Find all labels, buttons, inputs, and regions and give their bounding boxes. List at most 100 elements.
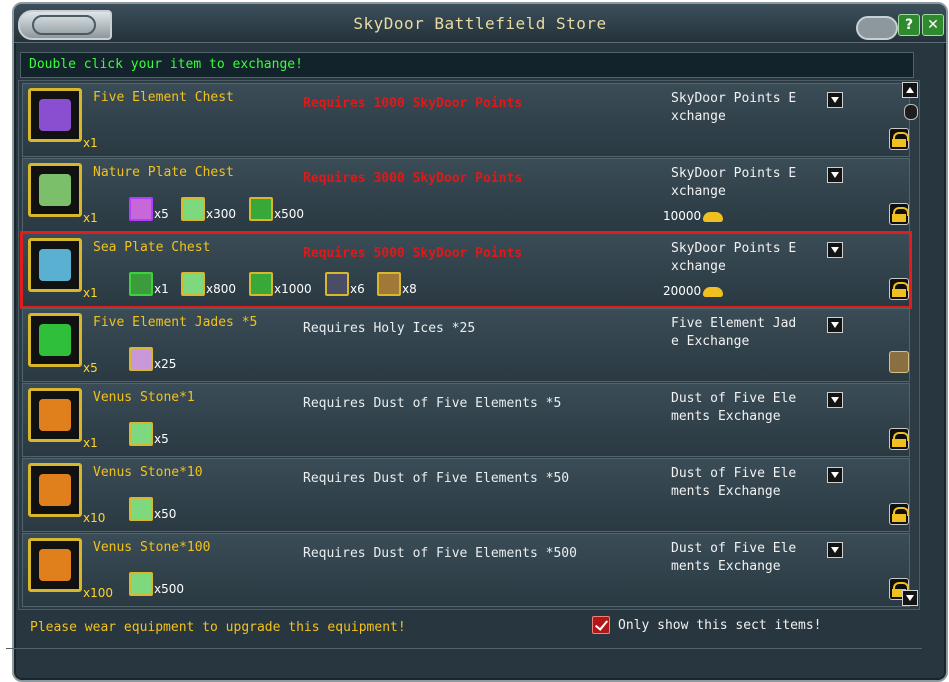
exchange-dropdown-icon[interactable] — [827, 317, 843, 333]
item-quantity: x5 — [83, 361, 98, 375]
exchange-dropdown-icon[interactable] — [827, 92, 843, 108]
exchange-type: SkyDoor Points E xchange — [671, 240, 841, 276]
exchange-dropdown-icon[interactable] — [827, 392, 843, 408]
exchange-type-line: xchange — [671, 184, 726, 199]
store-row[interactable]: x1 Sea Plate Chest Requires 5000 SkyDoor P… — [20, 231, 912, 309]
exchange-type-line: Dust of Five Ele — [671, 466, 797, 481]
material-slot[interactable]: x5 — [129, 422, 169, 448]
item-icon[interactable] — [28, 463, 82, 517]
material-quantity: x50 — [154, 507, 177, 521]
exchange-type-line: Dust of Five Ele — [671, 391, 797, 406]
item-quantity: x1 — [83, 136, 98, 150]
scroll-thumb[interactable] — [904, 104, 918, 120]
item-icon[interactable] — [28, 163, 82, 217]
gold-cost-value: 20000 — [663, 284, 702, 298]
material-quantity: x500 — [154, 582, 185, 596]
exchange-dropdown-icon[interactable] — [827, 467, 843, 483]
material-slot[interactable]: x50 — [129, 497, 176, 523]
gold-ingot-icon — [703, 211, 724, 222]
material-icon — [129, 272, 153, 296]
material-quantity: x500 — [274, 207, 305, 221]
item-list: x1 Five Element Chest Requires 1000 SkyDoo… — [18, 80, 920, 610]
exchange-type: Dust of Five Ele ments Exchange — [671, 465, 841, 501]
exchange-type: Dust of Five Ele ments Exchange — [671, 540, 841, 576]
material-slot[interactable]: x5 — [129, 197, 169, 223]
item-name: Venus Stone*1 — [93, 390, 195, 405]
item-requirement: Requires Dust of Five Elements *500 — [303, 546, 577, 561]
store-row[interactable]: x1 Five Element Chest Requires 1000 SkyDoo… — [22, 83, 910, 157]
material-quantity: x6 — [350, 282, 365, 296]
material-quantity: x300 — [206, 207, 237, 221]
material-slot[interactable]: x500 — [249, 197, 304, 223]
item-icon[interactable] — [28, 538, 82, 592]
exchange-dropdown-icon[interactable] — [827, 542, 843, 558]
help-button[interactable]: ? — [898, 14, 920, 36]
item-quantity: x100 — [83, 586, 114, 600]
sect-filter-label[interactable]: Only show this sect items! — [618, 618, 822, 633]
item-quantity: x1 — [83, 286, 98, 300]
material-icon — [129, 497, 153, 521]
window-title: SkyDoor Battlefield Store — [353, 14, 607, 33]
item-quantity: x10 — [83, 511, 106, 525]
store-row[interactable]: x10 Venus Stone*10 Requires Dust of Five E… — [22, 458, 910, 532]
material-slot[interactable]: x300 — [181, 197, 236, 223]
hint-text: Double click your item to exchange! — [29, 57, 303, 72]
item-name: Five Element Jades *5 — [93, 315, 258, 330]
exchange-type-line: ments Exchange — [671, 559, 781, 574]
exchange-type: Dust of Five Ele ments Exchange — [671, 390, 841, 426]
material-icon — [129, 422, 153, 446]
material-slot[interactable]: x8 — [377, 272, 417, 298]
exchange-dropdown-icon[interactable] — [827, 242, 843, 258]
exchange-dropdown-icon[interactable] — [827, 167, 843, 183]
item-name: Five Element Chest — [93, 90, 234, 105]
store-row[interactable]: x100 Venus Stone*100 Requires Dust of Five… — [22, 533, 910, 607]
exchange-type: Five Element Jad e Exchange — [671, 315, 841, 351]
material-icon — [129, 347, 153, 371]
store-row[interactable]: x1 Venus Stone*1 Requires Dust of Five Ele… — [22, 383, 910, 457]
material-slot[interactable]: x6 — [325, 272, 365, 298]
exchange-type-line: xchange — [671, 109, 726, 124]
item-requirement: Requires 3000 SkyDoor Points — [303, 171, 523, 186]
exchange-type-line: ments Exchange — [671, 409, 781, 424]
material-slot[interactable]: x25 — [129, 347, 176, 373]
item-quantity: x1 — [83, 436, 98, 450]
scroll-down-button[interactable] — [902, 590, 918, 606]
scroll-up-button[interactable] — [902, 82, 918, 98]
material-icon — [249, 197, 273, 221]
material-slot[interactable]: x500 — [129, 572, 184, 598]
material-quantity: x5 — [154, 432, 169, 446]
item-icon[interactable] — [28, 238, 82, 292]
exchange-type-line: e Exchange — [671, 334, 750, 349]
item-icon[interactable] — [28, 388, 82, 442]
gold-ingot-icon — [703, 286, 724, 297]
title-bar[interactable]: SkyDoor Battlefield Store ? ✕ — [14, 4, 946, 43]
footer-message: Please wear equipment to upgrade this eq… — [30, 620, 406, 635]
item-name: Sea Plate Chest — [93, 240, 211, 255]
bottom-bar — [6, 648, 922, 667]
store-row[interactable]: x5 Five Element Jades *5 Requires Holy Ice… — [22, 308, 910, 382]
exchange-type-line: SkyDoor Points E — [671, 166, 797, 181]
material-icon — [181, 272, 205, 296]
item-requirement: Requires Holy Ices *25 — [303, 321, 476, 336]
material-quantity: x5 — [154, 207, 169, 221]
material-icon — [249, 272, 273, 296]
material-quantity: x1 — [154, 282, 169, 296]
close-button[interactable]: ✕ — [922, 14, 944, 36]
item-icon[interactable] — [28, 313, 82, 367]
sect-filter-checkbox[interactable] — [592, 616, 610, 634]
material-slot[interactable]: x1 — [129, 272, 169, 298]
material-quantity: x800 — [206, 282, 237, 296]
exchange-type-line: ments Exchange — [671, 484, 781, 499]
exchange-type-line: SkyDoor Points E — [671, 91, 797, 106]
material-slot[interactable]: x1000 — [249, 272, 312, 298]
material-quantity: x1000 — [274, 282, 312, 296]
exchange-type-line: SkyDoor Points E — [671, 241, 797, 256]
scrollbar[interactable] — [902, 80, 918, 608]
item-icon[interactable] — [28, 88, 82, 142]
item-quantity: x1 — [83, 211, 98, 225]
exchange-type: SkyDoor Points E xchange — [671, 90, 841, 126]
item-name: Venus Stone*10 — [93, 465, 203, 480]
store-row[interactable]: x1 Nature Plate Chest Requires 3000 SkyDoo… — [22, 158, 910, 232]
material-slot[interactable]: x800 — [181, 272, 236, 298]
item-name: Nature Plate Chest — [93, 165, 234, 180]
